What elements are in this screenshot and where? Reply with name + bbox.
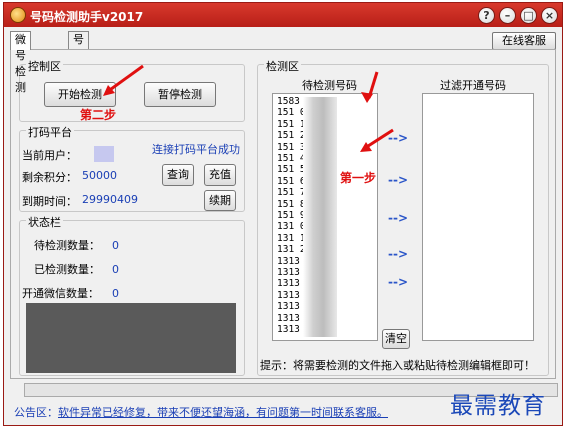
detect-group: 检测区 待检测号码 过滤开通号码 1313 99991313 88881313 … (257, 58, 549, 376)
control-group-title: 控制区 (26, 58, 63, 74)
notice-area: 公告区：软件异常已经修复，带来不便还望海涵，有问题第一时间联系客服。 (14, 404, 388, 420)
platform-group: 打码平台 当前用户： 连接打码平台成功 剩余积分： 50000 查询 充值 到期… (19, 124, 245, 212)
title-bar[interactable]: 号码检测助手v2017 ? – □ × (4, 3, 562, 27)
notice-label: 公告区： (14, 406, 58, 419)
app-logo-icon (10, 7, 26, 23)
tip-text: 提示：将需要检测的文件拖入或粘贴待检测编辑框即可！ (260, 359, 535, 372)
arrow-2: --> (388, 173, 409, 187)
notice-link[interactable]: 软件异常已经修复，带来不便还望海涵，有问题第一时间联系客服。 (58, 406, 388, 419)
app-window: 号码检测助手v2017 ? – □ × 微号检测 号码生成 在线客服 控制区 开… (3, 2, 563, 426)
renew-button[interactable]: 续期 (204, 190, 236, 211)
opened-count-value: 0 (112, 287, 119, 300)
main-panel: 控制区 开始检测 暂停检测 第二步 打码平台 当前用户： 连接打码平台成功 剩余… (10, 49, 556, 379)
arrow-3: --> (388, 211, 409, 225)
platform-group-title: 打码平台 (26, 124, 74, 140)
online-service-button[interactable]: 在线客服 (492, 32, 556, 50)
pending-count-value: 0 (112, 239, 119, 252)
filtered-numbers-list[interactable] (422, 93, 534, 341)
current-user-value (94, 146, 114, 162)
maximize-button[interactable]: □ (520, 7, 537, 24)
query-button[interactable]: 查询 (162, 164, 194, 186)
step1-annotation: 第一步 (340, 171, 377, 185)
pending-numbers-header: 待检测号码 (302, 79, 357, 92)
clear-button[interactable]: 清空 (382, 329, 410, 349)
annotation-arrow-icon (361, 71, 379, 103)
expire-value: 29990409 (82, 193, 138, 206)
status-group-title: 状态栏 (26, 214, 63, 230)
close-button[interactable]: × (541, 7, 558, 24)
step2-annotation: 第二步 (80, 108, 117, 122)
expire-label: 到期时间： (22, 195, 77, 208)
pending-count-label: 待检测数量： (34, 239, 100, 252)
window-title: 号码检测助手v2017 (30, 10, 144, 24)
points-value: 50000 (82, 169, 117, 182)
detect-group-title: 检测区 (264, 58, 301, 74)
arrow-4: --> (388, 247, 409, 261)
arrow-5: --> (388, 275, 409, 289)
annotation-arrow-icon (360, 128, 394, 152)
platform-connected-text: 连接打码平台成功 (152, 143, 240, 156)
points-label: 剩余积分： (22, 171, 77, 184)
status-group: 状态栏 待检测数量： 0 已检测数量： 0 开通微信数量： 0 (19, 214, 245, 376)
tab-number-generate[interactable]: 号码生成 (68, 31, 89, 94)
log-output-box[interactable] (26, 303, 236, 373)
help-icon[interactable]: ? (478, 7, 495, 24)
filtered-numbers-header: 过滤开通号码 (440, 79, 506, 92)
annotation-arrow-icon (103, 64, 144, 96)
tab-wechat-detect[interactable]: 微号检测 (10, 31, 31, 94)
opened-count-label: 开通微信数量： (22, 287, 99, 300)
pause-detect-button[interactable]: 暂停检测 (144, 82, 216, 107)
minimize-button[interactable]: – (499, 7, 516, 24)
watermark-logo: 最需教育 (450, 393, 546, 419)
recharge-button[interactable]: 充值 (204, 164, 236, 186)
blurred-mask (303, 97, 337, 337)
checked-count-label: 已检测数量： (34, 263, 100, 276)
checked-count-value: 0 (112, 263, 119, 276)
current-user-label: 当前用户： (22, 149, 77, 162)
